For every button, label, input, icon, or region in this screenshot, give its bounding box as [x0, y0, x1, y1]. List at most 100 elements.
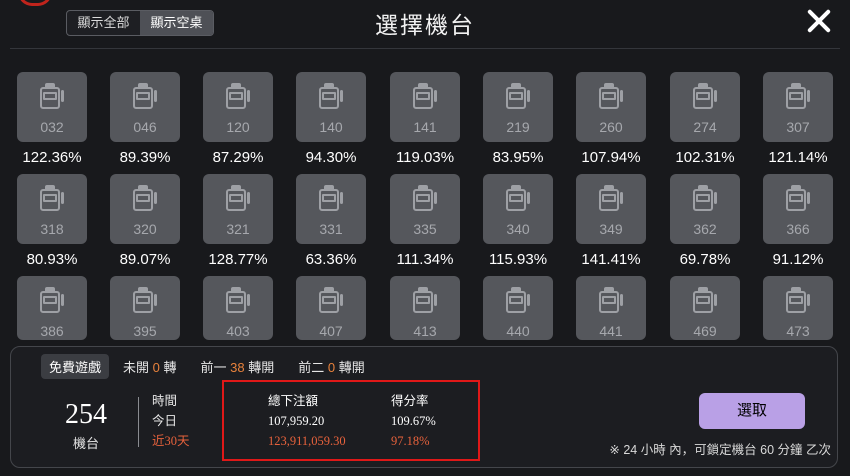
machine-cell[interactable]: 140 94.30% [296, 72, 366, 166]
machine-cell[interactable]: 331 63.36% [296, 174, 366, 268]
machine-tile[interactable]: 366 [763, 174, 833, 244]
machine-label: 機台 [72, 436, 99, 451]
machine-cell[interactable]: 321 128.77% [203, 174, 273, 268]
close-icon[interactable] [802, 4, 836, 38]
machine-cell[interactable]: 473 [763, 276, 833, 340]
machine-tile[interactable]: 046 [110, 72, 180, 142]
machine-number: 254 [65, 399, 107, 430]
machine-tile[interactable]: 307 [763, 72, 833, 142]
prev2-value: 0 [327, 359, 336, 375]
machine-tile[interactable]: 349 [576, 174, 646, 244]
machine-tile[interactable]: 413 [390, 276, 460, 340]
machine-cell[interactable]: 366 91.12% [763, 174, 833, 268]
slot-machine-icon [785, 286, 811, 316]
machine-rate: 128.77% [208, 251, 268, 268]
slot-machine-icon [318, 184, 344, 214]
machine-cell[interactable]: 320 89.07% [110, 174, 180, 268]
prev2-unit: 轉開 [338, 359, 365, 375]
machine-cell[interactable]: 413 [390, 276, 460, 340]
prev2-stat: 前二 0 轉開 [298, 357, 365, 376]
slot-machine-icon [505, 286, 531, 316]
spin-stats: 免費遊戲 未開 0 轉 前一 38 轉開 前二 0 轉開 [41, 353, 389, 379]
machine-cell[interactable]: 260 107.94% [576, 72, 646, 166]
machine-cell[interactable]: 335 111.34% [390, 174, 460, 268]
slot-machine-icon [412, 184, 438, 214]
slot-machine-icon [598, 286, 624, 316]
machine-id: 141 [413, 119, 437, 135]
free-game-badge: 免費遊戲 [41, 353, 110, 379]
machine-id: 403 [226, 323, 250, 339]
slot-machine-icon [785, 184, 811, 214]
machine-tile[interactable]: 320 [110, 174, 180, 244]
machine-tile[interactable]: 219 [483, 72, 553, 142]
not-open-value: 0 [152, 359, 160, 375]
slot-machine-icon [692, 286, 718, 316]
machine-cell[interactable]: 395 [110, 276, 180, 340]
machine-tile[interactable]: 395 [110, 276, 180, 340]
slot-machine-icon [132, 184, 158, 214]
slot-machine-icon [598, 184, 624, 214]
machine-tile[interactable]: 140 [296, 72, 366, 142]
machine-id: 321 [226, 221, 250, 237]
machine-cell[interactable]: 407 [296, 276, 366, 340]
machine-cell[interactable]: 362 69.78% [670, 174, 740, 268]
machine-cell[interactable]: 219 83.95% [483, 72, 553, 166]
machine-tile[interactable]: 440 [483, 276, 553, 340]
machine-tile[interactable]: 340 [483, 174, 553, 244]
machine-cell[interactable]: 307 121.14% [763, 72, 833, 166]
machine-cell[interactable]: 318 80.93% [17, 174, 87, 268]
slot-machine-icon [598, 82, 624, 112]
machine-cell[interactable]: 340 115.93% [483, 174, 553, 268]
machine-select-panel: 顯示全部 顯示空桌 選擇機台 032 122.36% 046 89.39% 120 87.… [0, 0, 850, 476]
machine-cell[interactable]: 440 [483, 276, 553, 340]
machine-cell[interactable]: 141 119.03% [390, 72, 460, 166]
machine-tile[interactable]: 407 [296, 276, 366, 340]
machine-tile[interactable]: 441 [576, 276, 646, 340]
machine-id: 366 [786, 221, 810, 237]
machine-cell[interactable]: 046 89.39% [110, 72, 180, 166]
machine-rate: 122.36% [22, 149, 82, 166]
machine-tile[interactable]: 032 [17, 72, 87, 142]
machine-tile[interactable]: 362 [670, 174, 740, 244]
machine-tile[interactable]: 335 [390, 174, 460, 244]
lock-note: ※ 24 小時 內，可鎖定機台 60 分鐘 乙次 [609, 443, 831, 457]
machine-tile[interactable]: 473 [763, 276, 833, 340]
machine-cell[interactable]: 469 [670, 276, 740, 340]
slot-machine-icon [692, 82, 718, 112]
machine-cell[interactable]: 349 141.41% [576, 174, 646, 268]
machine-tile[interactable]: 469 [670, 276, 740, 340]
prev1-unit: 轉開 [248, 359, 275, 375]
machine-id: 120 [226, 119, 250, 135]
machine-tile[interactable]: 321 [203, 174, 273, 244]
machine-cell[interactable]: 274 102.31% [670, 72, 740, 166]
slot-machine-icon [318, 82, 344, 112]
machine-cell[interactable]: 120 87.29% [203, 72, 273, 166]
machine-tile[interactable]: 141 [390, 72, 460, 142]
machine-id: 046 [133, 119, 157, 135]
machine-row: 318 80.93% 320 89.07% 321 128.77% 331 63.36% 335… [0, 174, 850, 269]
machine-tile[interactable]: 403 [203, 276, 273, 340]
machine-id: 340 [506, 221, 530, 237]
machine-rate: 141.41% [581, 251, 641, 268]
machine-cell[interactable]: 386 [17, 276, 87, 340]
machine-cell[interactable]: 441 [576, 276, 646, 340]
not-open-stat: 未開 0 轉 [123, 357, 177, 376]
not-open-unit: 轉 [163, 359, 177, 375]
machine-cell[interactable]: 403 [203, 276, 273, 340]
machine-tile[interactable]: 318 [17, 174, 87, 244]
machine-id: 469 [693, 323, 717, 339]
machine-tile[interactable]: 331 [296, 174, 366, 244]
machine-tile[interactable]: 274 [670, 72, 740, 142]
slot-machine-icon [225, 82, 251, 112]
machine-rate: 89.07% [119, 251, 171, 268]
annotation-highlight-box [222, 380, 480, 461]
machine-tile[interactable]: 120 [203, 72, 273, 142]
select-button[interactable]: 選取 [699, 393, 805, 429]
prev1-stat: 前一 38 轉開 [201, 357, 275, 376]
machine-tile[interactable]: 260 [576, 72, 646, 142]
machine-rate: 69.78% [679, 251, 731, 268]
machine-cell[interactable]: 032 122.36% [17, 72, 87, 166]
machine-id: 320 [133, 221, 157, 237]
slot-machine-icon [225, 286, 251, 316]
machine-tile[interactable]: 386 [17, 276, 87, 340]
